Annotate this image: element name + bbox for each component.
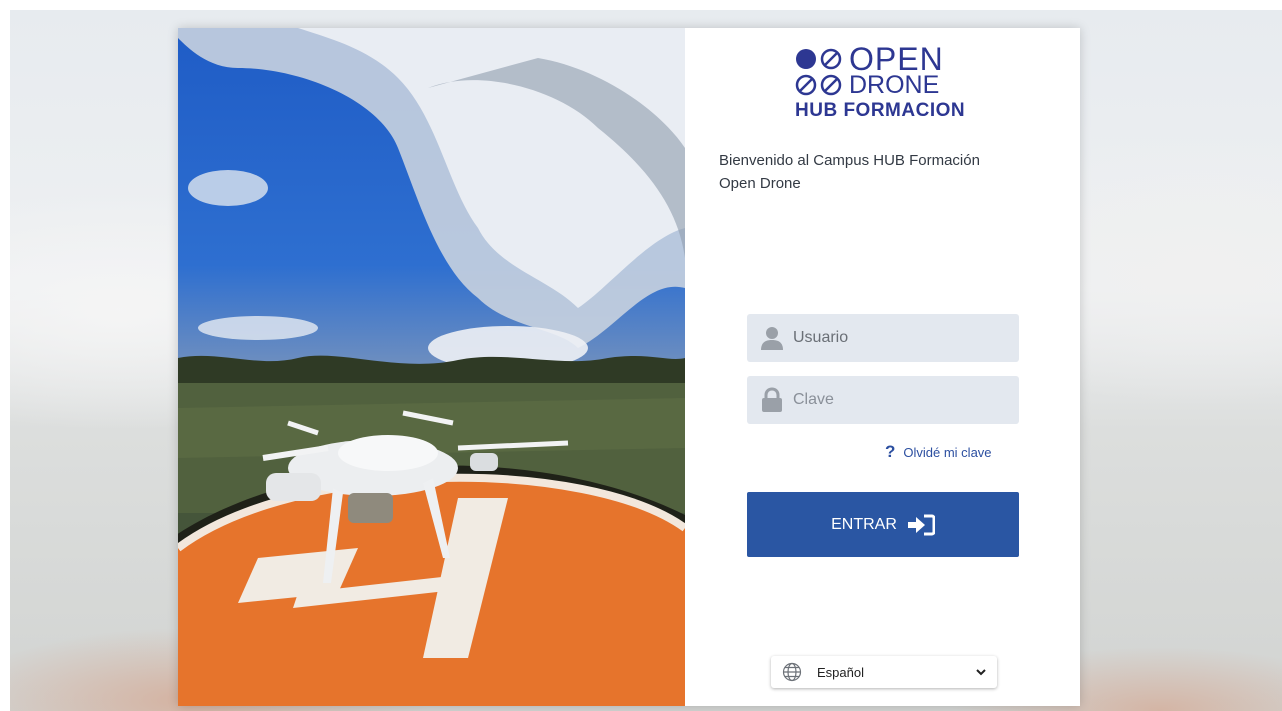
globe-icon [782,662,802,682]
welcome-line-2: Open Drone [719,175,801,192]
language-select[interactable]: Español [771,656,997,688]
login-button[interactable]: ENTRAR [747,492,1019,557]
login-card: OPEN DRONE HUB FORMACION Bienvenido al C… [178,28,1080,706]
login-panel: OPEN DRONE HUB FORMACION Bienvenido al C… [685,28,1080,706]
username-field[interactable] [747,314,1019,362]
password-input[interactable] [791,379,1015,421]
forgot-password-label: Olvidé mi clave [903,444,992,460]
login-button-label: ENTRAR [831,515,897,533]
logo-open: OPEN [849,41,944,77]
forgot-password-link[interactable]: ? Olvidé mi clave [885,442,992,462]
drone-hero-image [178,28,685,706]
welcome-text: Bienvenido al Campus HUB Formación Open … [719,149,1029,195]
welcome-line-1: Bienvenido al Campus HUB Formación [719,152,980,169]
logo-circles-icon [795,48,845,70]
chevron-down-icon [976,669,986,676]
question-icon: ? [885,442,896,461]
user-icon [761,327,783,350]
logo-circles-icon-2 [795,74,845,96]
logo-drone: DRONE [849,71,940,99]
lock-icon [762,387,782,412]
username-input[interactable] [791,317,1015,359]
logo-hub-formacion: HUB FORMACION [795,100,966,121]
open-drone-logo: OPEN DRONE HUB FORMACION [795,41,985,126]
language-selected: Español [817,664,864,680]
password-field[interactable] [747,376,1019,424]
sign-in-icon [907,514,935,535]
